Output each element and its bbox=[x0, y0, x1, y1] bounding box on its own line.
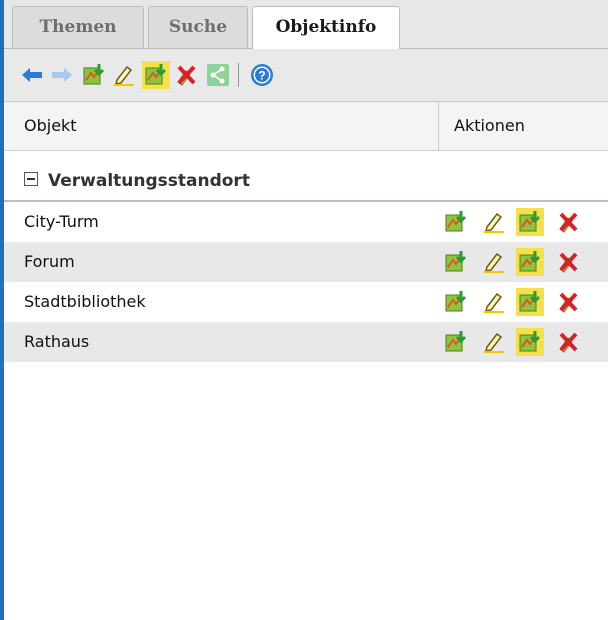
back-arrow-icon[interactable] bbox=[18, 61, 46, 89]
column-divider[interactable] bbox=[438, 102, 439, 150]
grid-header: Objekt Aktionen bbox=[4, 102, 608, 151]
column-header-objekt[interactable]: Objekt bbox=[24, 102, 77, 150]
help-icon[interactable]: ? bbox=[248, 61, 276, 89]
forward-arrow-icon[interactable] bbox=[48, 61, 76, 89]
toolbar-separator bbox=[238, 63, 239, 87]
table-row[interactable]: City-Turm bbox=[4, 202, 608, 242]
tab-bar: Themen Suche Objektinfo bbox=[4, 0, 608, 49]
tab-objektinfo[interactable]: Objektinfo bbox=[252, 6, 400, 49]
row-name: Rathaus bbox=[24, 332, 90, 351]
svg-text:?: ? bbox=[258, 69, 265, 83]
delete-icon[interactable] bbox=[554, 208, 582, 236]
tab-suche[interactable]: Suche bbox=[148, 6, 248, 48]
delete-icon[interactable] bbox=[554, 288, 582, 316]
map-export-highlight-icon[interactable] bbox=[516, 248, 544, 276]
map-export-highlight-icon[interactable] bbox=[142, 61, 170, 89]
map-export-icon[interactable] bbox=[80, 61, 108, 89]
delete-icon[interactable] bbox=[554, 328, 582, 356]
group-row[interactable]: Verwaltungsstandort bbox=[4, 160, 608, 202]
map-export-highlight-icon[interactable] bbox=[516, 328, 544, 356]
pencil-edit-icon[interactable] bbox=[480, 208, 508, 236]
group-title: Verwaltungsstandort bbox=[48, 171, 250, 191]
pencil-edit-icon[interactable] bbox=[110, 61, 138, 89]
delete-icon[interactable] bbox=[554, 248, 582, 276]
row-name: City-Turm bbox=[24, 212, 99, 231]
tab-themen[interactable]: Themen bbox=[12, 6, 144, 48]
map-export-icon[interactable] bbox=[442, 288, 470, 316]
map-export-icon[interactable] bbox=[442, 248, 470, 276]
table-row[interactable]: Stadtbibliothek bbox=[4, 282, 608, 322]
collapse-icon[interactable] bbox=[24, 172, 38, 186]
map-export-icon[interactable] bbox=[442, 328, 470, 356]
table-row[interactable]: Forum bbox=[4, 242, 608, 282]
map-export-highlight-icon[interactable] bbox=[516, 288, 544, 316]
object-info-panel: Themen Suche Objektinfo ? Objekt Aktione… bbox=[4, 0, 608, 620]
row-name: Stadtbibliothek bbox=[24, 292, 146, 311]
pencil-edit-icon[interactable] bbox=[480, 328, 508, 356]
column-header-aktionen[interactable]: Aktionen bbox=[454, 102, 525, 150]
map-export-highlight-icon[interactable] bbox=[516, 208, 544, 236]
pencil-edit-icon[interactable] bbox=[480, 248, 508, 276]
share-icon[interactable] bbox=[204, 61, 232, 89]
row-name: Forum bbox=[24, 252, 75, 271]
table-row[interactable]: Rathaus bbox=[4, 322, 608, 362]
delete-icon[interactable] bbox=[172, 61, 200, 89]
pencil-edit-icon[interactable] bbox=[480, 288, 508, 316]
map-export-icon[interactable] bbox=[442, 208, 470, 236]
toolbar: ? bbox=[4, 49, 608, 102]
